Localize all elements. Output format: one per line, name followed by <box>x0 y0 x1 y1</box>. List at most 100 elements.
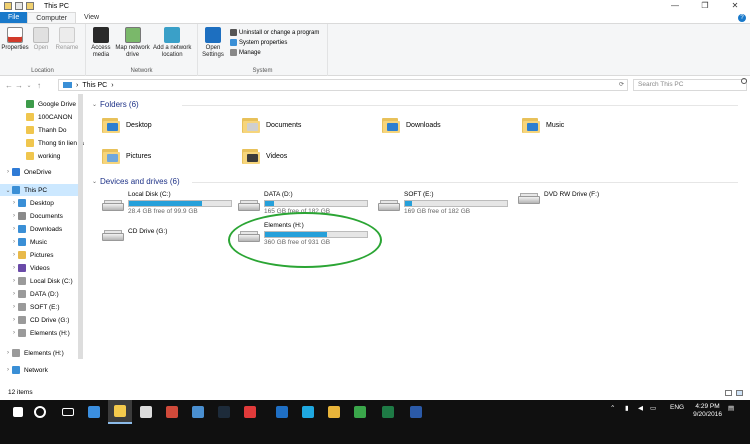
lightroom-icon[interactable] <box>212 400 236 424</box>
nav-item[interactable]: › Music <box>0 236 47 248</box>
expand-chevron-icon[interactable]: › <box>10 213 18 219</box>
excel-icon[interactable] <box>376 400 400 424</box>
item-count: 12 items <box>8 389 33 396</box>
drive-free-space: 28.4 GB free of 99.9 GB <box>128 208 198 215</box>
nav-item[interactable]: › Local Disk (C:) <box>0 275 73 287</box>
app-a-icon[interactable] <box>160 400 184 424</box>
breadcrumb-separator-end[interactable]: › <box>111 82 113 89</box>
folder-item[interactable]: Videos <box>242 147 287 165</box>
nav-item[interactable]: ⌄ This PC <box>0 184 78 196</box>
skype-icon[interactable] <box>296 400 320 424</box>
drive-item[interactable]: Local Disk (C:) 28.4 GB free of 99.9 GB <box>102 191 232 216</box>
tab-view[interactable]: View <box>76 12 107 23</box>
maximize-button[interactable]: ❐ <box>690 0 720 12</box>
drives-header[interactable]: ⌄ Devices and drives (6) <box>92 177 738 186</box>
nav-item-icon <box>26 139 34 147</box>
details-view-icon[interactable] <box>725 390 732 396</box>
new-folder-icon[interactable] <box>26 2 34 10</box>
folder-item[interactable]: Music <box>522 116 564 134</box>
nav-item[interactable]: › Desktop <box>0 197 54 209</box>
expand-chevron-icon[interactable]: › <box>10 304 18 310</box>
nav-item[interactable]: › Downloads <box>0 223 62 235</box>
nav-item[interactable]: Thanh Do <box>0 124 67 136</box>
folder-item[interactable]: Desktop <box>102 116 152 134</box>
task-view-icon[interactable] <box>56 400 80 424</box>
up-arrow-icon[interactable]: ↑ <box>34 81 44 90</box>
drive-item[interactable]: DVD RW Drive (F:) <box>518 191 599 206</box>
nav-item[interactable]: › CD Drive (G:) <box>0 314 69 326</box>
expand-chevron-icon[interactable]: › <box>10 278 18 284</box>
volume-icon[interactable]: ◀ <box>638 404 643 412</box>
nav-item[interactable]: › DATA (D:) <box>0 288 59 300</box>
folder-item[interactable]: Downloads <box>382 116 441 134</box>
notifications-icon[interactable]: ▤ <box>728 404 734 412</box>
nav-item[interactable]: working <box>0 150 60 162</box>
nav-item[interactable]: › OneDrive <box>0 166 51 178</box>
nav-scrollbar[interactable] <box>78 94 83 359</box>
properties-icon[interactable] <box>15 2 23 10</box>
expand-chevron-icon[interactable]: › <box>10 317 18 323</box>
tab-computer[interactable]: Computer <box>27 12 77 23</box>
expand-chevron-icon[interactable]: › <box>10 330 18 336</box>
search-input[interactable]: Search This PC <box>633 79 747 91</box>
drive-item[interactable]: SOFT (E:) 169 GB free of 182 GB <box>378 191 508 216</box>
expand-chevron-icon[interactable]: › <box>10 200 18 206</box>
expand-chevron-icon[interactable]: › <box>10 226 18 232</box>
refresh-icon[interactable]: ⟳ <box>619 80 624 90</box>
app-c-icon[interactable] <box>238 400 262 424</box>
forward-arrow-icon[interactable]: → <box>14 81 24 90</box>
folder-item[interactable]: Pictures <box>102 147 151 165</box>
nav-item[interactable]: › Elements (H:) <box>0 327 70 339</box>
nav-item[interactable]: › Videos <box>0 262 50 274</box>
expand-chevron-icon[interactable]: › <box>4 367 12 373</box>
app-d-icon[interactable] <box>348 400 372 424</box>
ribbon-group-network: Access media Map network drive Add a net… <box>86 24 198 76</box>
start-icon[interactable] <box>6 400 30 424</box>
outlook-icon[interactable] <box>270 400 294 424</box>
file-explorer-icon[interactable] <box>108 400 132 424</box>
tab-file[interactable]: File <box>0 12 28 23</box>
address-bar[interactable]: › This PC › ⟳ <box>58 79 628 91</box>
battery-icon[interactable]: ▭ <box>650 404 656 412</box>
help-icon[interactable]: ? <box>738 14 746 22</box>
uninstall-program-button[interactable]: Uninstall or change a program <box>230 29 319 36</box>
folders-header[interactable]: ⌄ Folders (6) <box>92 100 738 109</box>
chrome-icon[interactable] <box>322 400 346 424</box>
drive-item[interactable]: CD Drive (G:) <box>102 228 167 243</box>
app-d-glyph <box>354 406 366 418</box>
nav-item[interactable]: › SOFT (E:) <box>0 301 60 313</box>
recent-chevron-icon[interactable]: ⌄ <box>24 82 34 89</box>
expand-chevron-icon[interactable]: › <box>10 252 18 258</box>
minimize-button[interactable]: — <box>660 0 690 12</box>
manage-button[interactable]: Manage <box>230 49 319 56</box>
folder-item[interactable]: Documents <box>242 116 301 134</box>
edge-icon[interactable] <box>82 400 106 424</box>
nav-item[interactable]: › Network <box>0 364 48 376</box>
system-properties-button[interactable]: System properties <box>230 39 319 46</box>
nav-item[interactable]: › Elements (H:) <box>0 347 64 359</box>
folder-icon[interactable] <box>4 2 12 10</box>
app-b-icon[interactable] <box>186 400 210 424</box>
store-icon[interactable] <box>134 400 158 424</box>
clock[interactable]: 4:29 PM 9/20/2016 <box>693 403 722 419</box>
expand-chevron-icon[interactable]: › <box>10 239 18 245</box>
expand-chevron-icon[interactable]: › <box>4 350 12 356</box>
nav-item[interactable]: Google Drive <box>0 98 76 110</box>
expand-chevron-icon[interactable]: › <box>4 169 12 175</box>
nav-item[interactable]: Thong tin lien la <box>0 137 84 149</box>
language-indicator[interactable]: ENG <box>670 404 684 411</box>
tray-chevron-icon[interactable]: ⌃ <box>610 404 615 412</box>
nav-item[interactable]: › Documents <box>0 210 63 222</box>
back-arrow-icon[interactable]: ← <box>4 81 14 90</box>
expand-chevron-icon[interactable]: ⌄ <box>4 187 12 194</box>
expand-chevron-icon[interactable]: › <box>10 265 18 271</box>
expand-chevron-icon[interactable]: › <box>10 291 18 297</box>
breadcrumb-this-pc[interactable]: This PC <box>82 82 107 89</box>
cortana-icon[interactable] <box>28 400 52 424</box>
nav-item[interactable]: 100CANON <box>0 111 72 123</box>
nav-item[interactable]: › Pictures <box>0 249 53 261</box>
close-button[interactable]: ✕ <box>720 0 750 12</box>
word-icon[interactable] <box>404 400 428 424</box>
network-icon[interactable]: ▮ <box>625 404 629 412</box>
large-icons-view-icon[interactable] <box>736 390 743 396</box>
